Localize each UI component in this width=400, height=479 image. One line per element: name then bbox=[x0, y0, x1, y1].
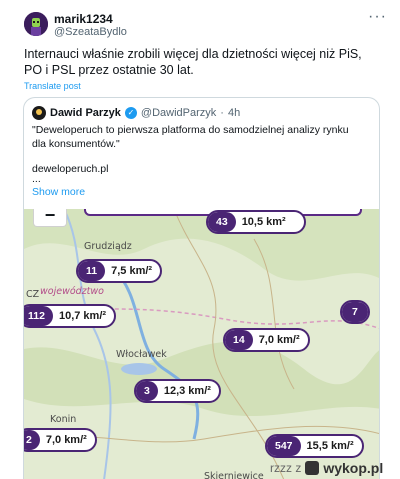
place-label-wloclawek: Włocławek bbox=[116, 349, 167, 360]
pin-count: 43 bbox=[208, 212, 236, 232]
pin-count: 2 bbox=[24, 430, 40, 450]
author-name[interactable]: marik1234 bbox=[54, 12, 127, 26]
map-pin[interactable]: 7 bbox=[340, 300, 370, 324]
post: marik1234 @SzeataBydlo ··· Internauci wł… bbox=[0, 0, 400, 479]
quote-link-text: deweloperuch.pl bbox=[32, 163, 109, 175]
map-pin[interactable]: 3 12,3 km/² bbox=[134, 379, 221, 403]
place-label-grudziadz: Grudziądz bbox=[84, 241, 132, 252]
quote-text: "Deweloperuch to pierwsza platforma do s… bbox=[32, 124, 349, 150]
pin-count: 7 bbox=[342, 302, 368, 322]
wykop-logo-icon bbox=[305, 461, 320, 475]
quote-header: Dawid Parzyk ✓ @DawidParzyk · 4h bbox=[32, 106, 240, 120]
show-more-link[interactable]: Show more bbox=[32, 186, 85, 198]
quoted-post[interactable]: Dawid Parzyk ✓ @DawidParzyk · 4h "Dewelo… bbox=[23, 97, 380, 479]
pin-count: 3 bbox=[136, 381, 158, 401]
pin-count: 11 bbox=[78, 261, 106, 281]
map-pin[interactable]: 43 10,5 km² bbox=[206, 210, 306, 234]
pin-density: 12,3 km/² bbox=[163, 385, 211, 397]
map-pin[interactable]: 14 7,0 km/² bbox=[223, 328, 310, 352]
watermark-site: wykop.pl bbox=[323, 460, 384, 476]
place-label-region-prefix: CZ bbox=[26, 289, 40, 300]
pin-count: 14 bbox=[225, 330, 253, 350]
map-pin[interactable]: 2 7,0 km/² bbox=[24, 428, 97, 452]
verified-badge-icon: ✓ bbox=[124, 107, 137, 119]
author-handle[interactable]: @SzeataBydlo bbox=[54, 26, 127, 39]
separator-dot: · bbox=[220, 107, 224, 119]
map-image: − Grudziądz CZ województwo Włocławek Kon… bbox=[24, 209, 379, 479]
watermark: rzzz z wykop.pl bbox=[270, 460, 383, 476]
pin-density: 7,0 km/² bbox=[258, 334, 300, 346]
author-info[interactable]: marik1234 @SzeataBydlo bbox=[54, 12, 127, 39]
translate-post-link[interactable]: Translate post bbox=[24, 81, 81, 91]
map-pin[interactable]: 547 15,5 km/² bbox=[265, 434, 364, 458]
pin-count: 547 bbox=[267, 436, 301, 456]
pin-density: 15,5 km/² bbox=[306, 440, 354, 452]
pin-density: 7,0 km/² bbox=[45, 434, 87, 446]
place-label-konin: Konin bbox=[50, 414, 77, 425]
quote-author-handle[interactable]: @DawidParzyk bbox=[141, 107, 216, 119]
author-avatar[interactable] bbox=[24, 12, 48, 36]
quote-author-name[interactable]: Dawid Parzyk bbox=[50, 107, 121, 119]
pin-count: 112 bbox=[24, 306, 53, 326]
watermark-prefix: rzzz z bbox=[270, 461, 302, 475]
more-icon[interactable]: ··· bbox=[368, 9, 386, 28]
quote-timestamp[interactable]: 4h bbox=[228, 107, 240, 119]
pin-density: 7,5 km/² bbox=[111, 265, 153, 277]
quote-ellipsis: ... bbox=[32, 173, 41, 185]
pin-density: 10,5 km² bbox=[241, 216, 286, 228]
map-pin[interactable]: 112 10,7 km/² bbox=[24, 304, 117, 328]
post-text: Internauci właśnie zrobili więcej dla dz… bbox=[24, 47, 362, 77]
place-label-skierniewice: Skierniewice bbox=[204, 471, 264, 479]
map-pin[interactable]: 11 7,5 km/² bbox=[76, 259, 163, 283]
pin-density: 10,7 km/² bbox=[58, 310, 107, 322]
quote-avatar[interactable] bbox=[32, 106, 46, 120]
zoom-out-button[interactable]: − bbox=[33, 209, 67, 227]
place-label-region: województwo bbox=[40, 286, 104, 297]
